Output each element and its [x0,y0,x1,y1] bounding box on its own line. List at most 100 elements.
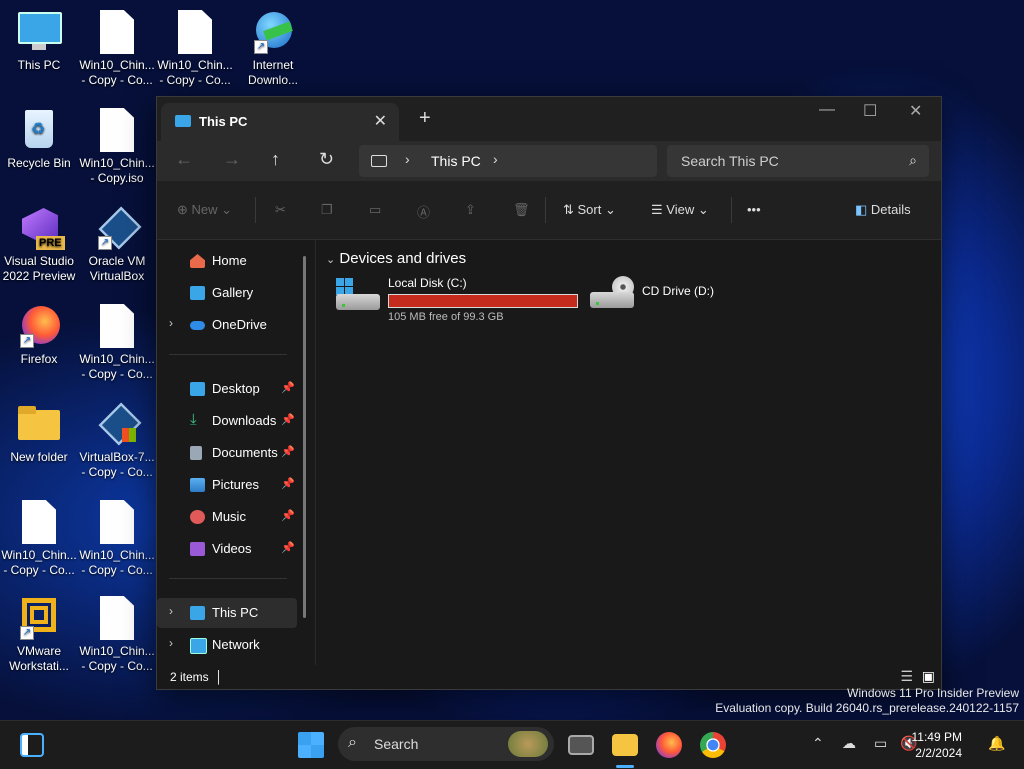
up-arrow-icon[interactable]: ↑ [271,149,280,170]
pin-icon[interactable]: 📌 [281,381,295,394]
vmware-icon: ↗ [16,596,62,642]
sidebar-item-videos[interactable]: Videos 📌 [157,534,297,564]
desktop-icon-idm[interactable]: ↗ Internet Downlo... [234,10,312,88]
close-window-button[interactable]: ✕ [909,101,922,121]
delete-icon[interactable]: 🗑 [513,202,530,218]
network-icon[interactable]: ▭ [874,735,887,752]
desktop-icon-file[interactable]: Win10_Chin... - Copy.iso [78,108,156,186]
address-bar[interactable]: › This PC › [359,145,657,177]
desktop-icon-vmware[interactable]: ↗ VMware Workstati... [0,596,78,674]
sidebar-scrollbar[interactable] [303,256,306,618]
tab-this-pc[interactable]: This PC ✕ [161,103,399,141]
sidebar-item-home[interactable]: Home [157,246,297,276]
maximize-button[interactable]: ☐ [863,101,877,121]
desktop-icon-firefox[interactable]: ↗ Firefox [0,304,78,367]
chrome-icon[interactable] [700,732,726,758]
task-view-widget-icon[interactable] [20,733,44,757]
desktop-icon-file[interactable]: Win10_Chin... - Copy - Co... [156,10,234,88]
search-icon: ⌕ [348,734,357,751]
desktop-icon-label: Firefox [20,352,58,366]
chevron-right-icon[interactable]: › [493,151,498,167]
cloud-offline-icon[interactable]: ☁ [842,735,856,752]
search-highlight-icon [508,731,548,757]
rename-icon[interactable]: Ⓐ [417,202,430,221]
desktop-icon-virtualbox[interactable]: ↗ Oracle VM VirtualBox [78,206,156,284]
drive-usage-bar [388,294,578,308]
desktop-icon-file[interactable]: Win10_Chin... - Copy - Co... [78,596,156,674]
pin-icon[interactable]: 📌 [281,541,295,554]
search-box[interactable]: Search This PC ⌕ [667,145,929,177]
desktop-icon-file[interactable]: Win10_Chin... - Copy - Co... [0,500,78,578]
sidebar-item-music[interactable]: Music 📌 [157,502,297,532]
copy-icon[interactable]: ❐ [321,202,333,218]
tiles-view-icon[interactable]: ▣ [922,668,935,685]
desktop-folder-icon [190,382,205,396]
taskbar-search-input[interactable]: Search [374,736,418,752]
watermark-line2: Evaluation copy. Build 26040.rs_prerelea… [715,701,1019,715]
desktop-icon-this-pc[interactable]: This PC [0,10,78,73]
task-view-icon[interactable] [568,735,594,755]
chevron-right-icon[interactable]: › [405,151,410,167]
monitor-icon [190,606,205,620]
search-input[interactable]: Search This PC [681,153,779,169]
share-icon[interactable]: ⇪ [465,202,476,218]
pin-icon[interactable]: 📌 [281,413,295,426]
command-bar: ⊕ New ⌄ ✂ ❐ ▭ Ⓐ ⇪ 🗑 ⇅ Sort ⌄ ☰ View ⌄ ••… [157,181,941,240]
clock[interactable]: 11:49 PM 2/2/2024 [912,729,962,761]
document-icon [190,446,202,460]
sidebar-item-downloads[interactable]: ⤓ Downloads 📌 [157,406,297,436]
sidebar-item-onedrive[interactable]: › OneDrive [157,310,297,340]
desktop-icon-label: VirtualBox-7... - Copy - Co... [79,450,155,479]
pin-icon[interactable]: 📌 [281,509,295,522]
desktop-icon-file[interactable]: Win10_Chin... - Copy - Co... [78,304,156,382]
new-tab-button[interactable]: + [419,107,431,130]
pin-icon[interactable]: 📌 [281,477,295,490]
firefox-icon: ↗ [16,304,62,350]
sidebar-item-network[interactable]: › Network [157,630,297,660]
windows-start-icon[interactable] [298,732,324,758]
details-button[interactable]: ◧ Details [855,202,911,218]
sort-button[interactable]: ⇅ Sort ⌄ [563,202,616,218]
taskbar-search[interactable]: ⌕ Search [338,727,554,761]
new-button[interactable]: ⊕ New ⌄ [177,202,232,218]
back-arrow-icon[interactable]: ← [175,149,193,170]
more-options-button[interactable]: ••• [747,202,761,217]
view-button[interactable]: ☰ View ⌄ [651,202,709,218]
desktop-icon-virtualbox-installer[interactable]: VirtualBox-7... - Copy - Co... [78,402,156,480]
cut-icon[interactable]: ✂ [275,202,286,218]
chevron-down-icon[interactable]: ⌄ [326,254,335,266]
sidebar-item-this-pc[interactable]: › This PC [157,598,297,628]
chevron-right-icon[interactable]: › [169,636,173,650]
file-icon [94,10,140,56]
forward-arrow-icon[interactable]: → [223,149,241,170]
breadcrumb-this-pc[interactable]: This PC [431,153,481,169]
sidebar-item-documents[interactable]: Documents 📌 [157,438,297,468]
desktop-icon-new-folder[interactable]: New folder [0,402,78,465]
refresh-icon[interactable]: ↻ [319,149,334,170]
sidebar-item-desktop[interactable]: Desktop 📌 [157,374,297,404]
desktop-icon-label: Win10_Chin... - Copy.iso [79,156,155,185]
group-header-devices[interactable]: ⌄ Devices and drives [326,250,466,267]
details-view-icon[interactable]: ☰ [900,668,913,685]
chevron-right-icon[interactable]: › [169,604,173,618]
file-explorer-icon[interactable] [612,734,638,756]
pin-icon[interactable]: 📌 [281,445,295,458]
desktop-icon-visual-studio[interactable]: PRE Visual Studio 2022 Preview [0,206,78,284]
sidebar-item-pictures[interactable]: Pictures 📌 [157,470,297,500]
minimize-button[interactable]: — [819,101,835,119]
desktop-icon-recycle-bin[interactable]: ♻ Recycle Bin [0,108,78,171]
notification-bell-icon[interactable]: 🔔 [988,735,1005,752]
file-icon [94,108,140,154]
sidebar-item-gallery[interactable]: Gallery [157,278,297,308]
paste-icon[interactable]: ▭ [369,202,381,218]
close-tab-icon[interactable]: ✕ [374,111,387,131]
chevron-up-icon[interactable]: ⌃ [812,735,824,752]
desktop-icon-file[interactable]: Win10_Chin... - Copy - Co... [78,10,156,88]
pre-badge: PRE [36,236,65,250]
file-icon [94,500,140,546]
desktop-icon-file[interactable]: Win10_Chin... - Copy - Co... [78,500,156,578]
drive-free-space: 105 MB free of 99.3 GB [388,311,504,323]
chevron-right-icon[interactable]: › [169,316,173,330]
desktop-icon-label: Oracle VM VirtualBox [88,254,146,283]
firefox-icon[interactable] [656,732,682,758]
